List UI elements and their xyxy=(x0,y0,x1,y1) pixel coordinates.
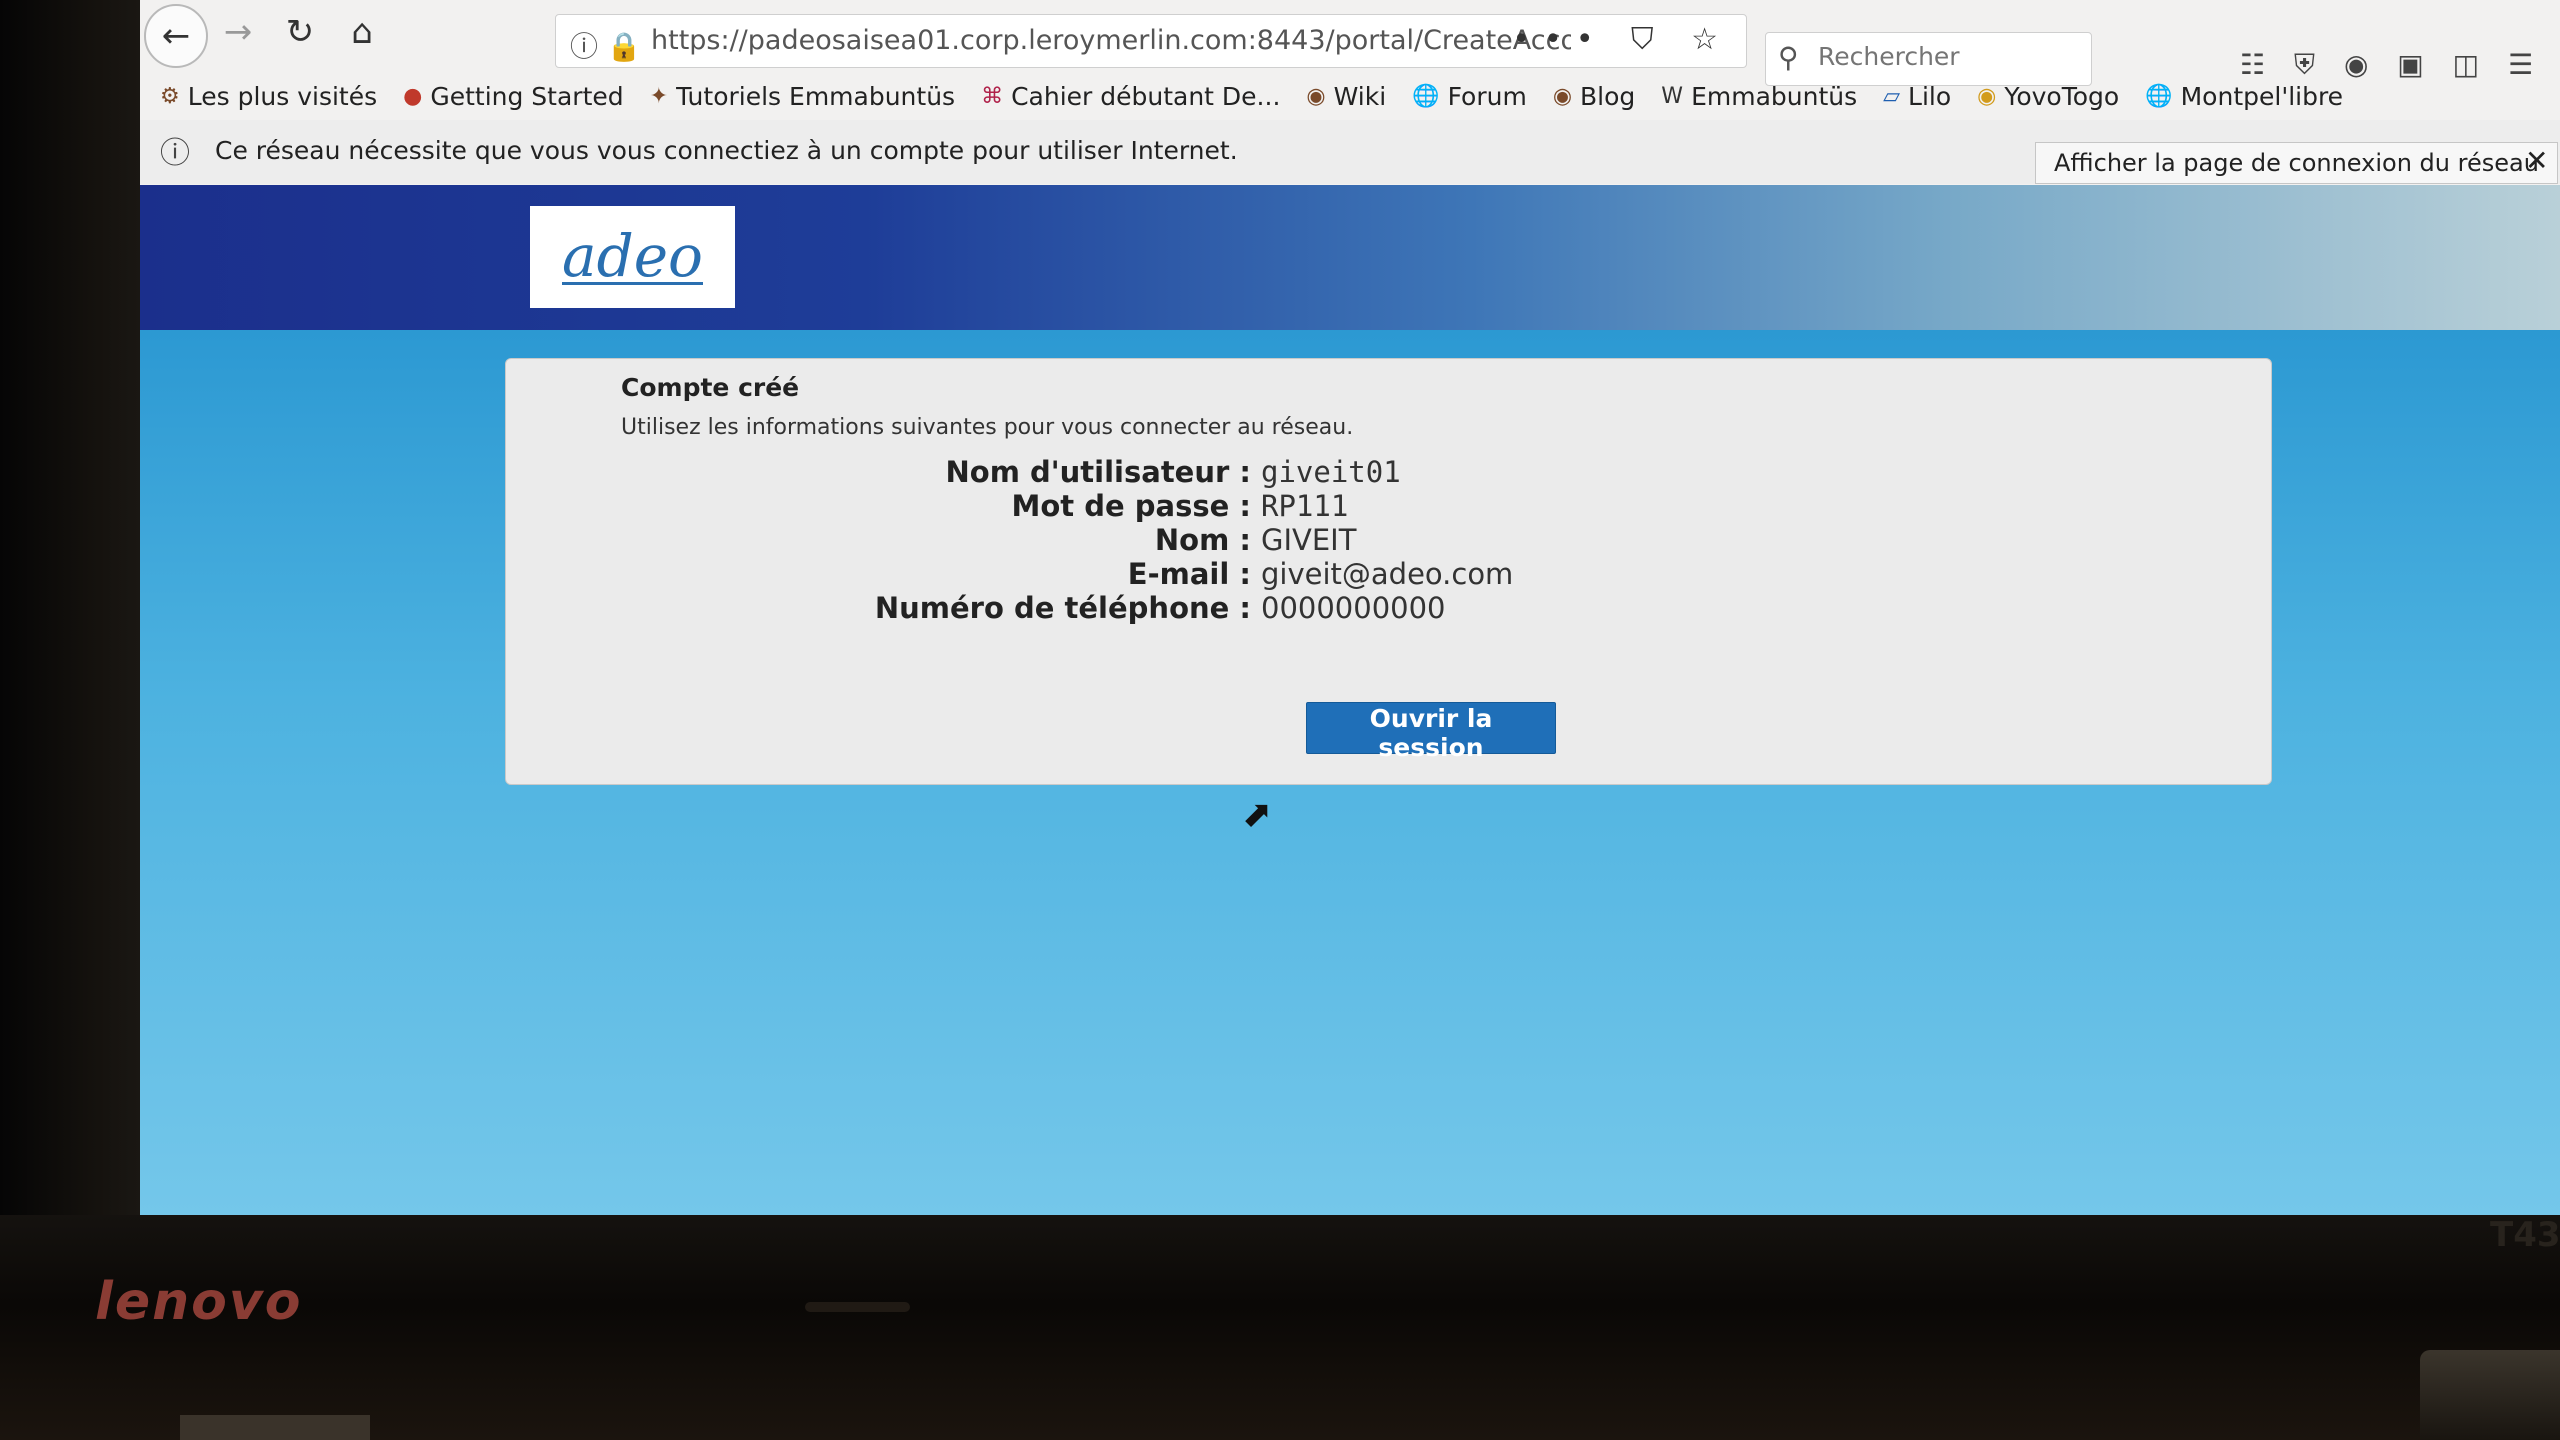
field-label: Mot de passe : xyxy=(1011,489,1251,523)
screen: ← → ↻ ⌂ ⓘ 🔒 https://padeosaisea01.corp.l… xyxy=(140,0,2560,1215)
home-icon[interactable]: ⌂ xyxy=(334,4,390,60)
laptop-hinge-right xyxy=(2420,1350,2560,1440)
firefox-icon: ● xyxy=(403,83,423,109)
bookmark-item[interactable]: W Emmabuntüs xyxy=(1661,82,1857,111)
account-created-card: Compte créé Utilisez les informations su… xyxy=(505,358,2272,785)
field-value: RP111 xyxy=(1261,489,1349,523)
bookmark-item[interactable]: ◉ Wiki xyxy=(1306,82,1386,111)
field-label: E-mail : xyxy=(1127,557,1251,591)
close-icon[interactable]: ✕ xyxy=(2525,144,2548,177)
bookmark-item[interactable]: ◉ Blog xyxy=(1553,82,1635,111)
field-value: giveit01 xyxy=(1261,455,1401,489)
url-text[interactable]: https://padeosaisea01.corp.leroymerlin.c… xyxy=(651,25,1571,56)
field-value: GIVEIT xyxy=(1261,523,1357,557)
bookmark-item[interactable]: ⚙ Les plus visités xyxy=(160,82,377,111)
back-icon[interactable]: ← xyxy=(144,4,208,68)
field-row-phone: Numéro de téléphone : 0000000000 xyxy=(506,591,2271,625)
globe-icon: 🌐 xyxy=(2145,83,2173,109)
bookmark-item[interactable]: ▱ Lilo xyxy=(1883,82,1951,111)
notice-text: Ce réseau nécessite que vous vous connec… xyxy=(215,136,1238,165)
field-value: giveit@adeo.com xyxy=(1261,557,1514,591)
field-row-email: E-mail : giveit@adeo.com xyxy=(506,557,2271,591)
bookmark-item[interactable]: ● Getting Started xyxy=(403,82,624,111)
search-input[interactable] xyxy=(1816,41,2080,72)
site-info-icon[interactable]: ⓘ 🔒 xyxy=(570,25,642,65)
reload-icon[interactable]: ↻ xyxy=(272,4,328,60)
menu-icon[interactable]: ☰ xyxy=(2508,48,2533,81)
laptop-hinge-left xyxy=(180,1415,370,1440)
laptop-brand-logo: lenovo xyxy=(95,1272,303,1332)
debian-icon: ⌘ xyxy=(981,83,1004,109)
bookmark-item[interactable]: ⌘ Cahier débutant De... xyxy=(981,82,1280,111)
card-title: Compte créé xyxy=(621,373,800,402)
laptop-model-label: T43 xyxy=(2490,1215,2560,1255)
captive-portal-notice: ⓘ Ce réseau nécessite que vous vous conn… xyxy=(140,120,2560,184)
field-label: Nom : xyxy=(1154,523,1251,557)
field-label: Nom d'utilisateur : xyxy=(945,455,1251,489)
bookmark-item[interactable]: 🌐 Montpel'libre xyxy=(2145,82,2343,111)
card-subtitle: Utilisez les informations suivantes pour… xyxy=(621,415,1354,440)
bookmark-item[interactable]: ◉ YovoTogo xyxy=(1977,82,2119,111)
wikipedia-icon: W xyxy=(1661,83,1684,109)
logo-text: adeo xyxy=(562,221,703,290)
globe-icon: 🌐 xyxy=(1412,83,1440,109)
adeo-logo: adeo xyxy=(530,206,735,308)
help-icon: ⓘ xyxy=(160,136,190,171)
open-session-button[interactable]: Ouvrir la session xyxy=(1306,702,1556,762)
field-value: 0000000000 xyxy=(1261,591,1446,625)
lilo-icon: ▱ xyxy=(1883,83,1901,109)
mouse-cursor-icon: ⬈ xyxy=(1242,794,1273,835)
field-row-name: Nom : GIVEIT xyxy=(506,523,2271,557)
show-login-page-button[interactable]: Afficher la page de connexion du réseau xyxy=(2035,142,2558,184)
sidebar-icon[interactable]: ◫ xyxy=(2453,48,2479,81)
gear-icon: ⚙ xyxy=(160,83,180,109)
site-icon: ◉ xyxy=(1552,83,1573,109)
page-actions-icon[interactable]: ••• ⛉ ☆ xyxy=(1512,22,1732,57)
site-icon: ◉ xyxy=(1977,83,1997,109)
laptop-bezel-bottom xyxy=(0,1215,2560,1440)
search-icon: ⚲ xyxy=(1778,41,1799,74)
field-row-username: Nom d'utilisateur : giveit01 xyxy=(506,455,2271,489)
field-row-password: Mot de passe : RP111 xyxy=(506,489,2271,523)
bookmark-icon: ✦ xyxy=(649,83,669,109)
bookmarks-toolbar: ⚙ Les plus visités ● Getting Started ✦ Tuto… xyxy=(160,72,2410,120)
forward-icon[interactable]: → xyxy=(210,4,266,60)
page-banner xyxy=(140,185,2560,330)
browser-chrome: ← → ↻ ⌂ ⓘ 🔒 https://padeosaisea01.corp.l… xyxy=(140,0,2560,186)
bookmark-item[interactable]: ✦ Tutoriels Emmabuntüs xyxy=(650,82,955,111)
address-bar[interactable]: ⓘ 🔒 https://padeosaisea01.corp.leroymerl… xyxy=(555,14,1747,68)
field-label: Numéro de téléphone : xyxy=(874,591,1251,625)
site-icon: ◉ xyxy=(1306,83,1326,109)
bookmark-item[interactable]: 🌐 Forum xyxy=(1412,82,1527,111)
laptop-slot xyxy=(805,1302,910,1312)
